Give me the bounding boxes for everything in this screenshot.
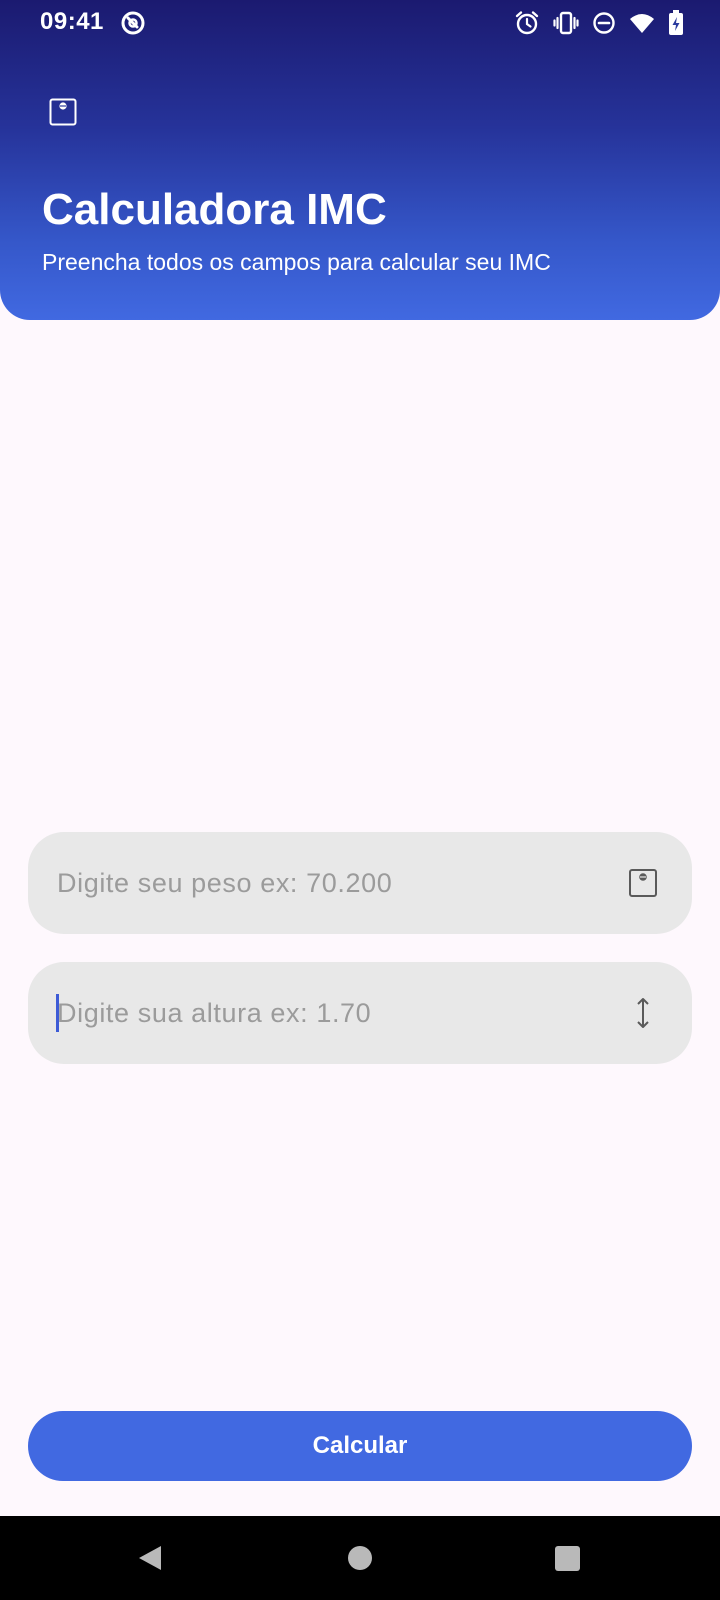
scale-icon bbox=[49, 98, 77, 126]
vibrate-icon bbox=[553, 10, 579, 36]
status-bar: 09:41 bbox=[0, 0, 720, 48]
back-icon[interactable] bbox=[136, 1544, 164, 1572]
weight-placeholder: Digite seu peso ex: 70.200 bbox=[57, 868, 393, 898]
do-not-disturb-icon bbox=[592, 11, 616, 35]
page-subtitle: Preencha todos os campos para calcular s… bbox=[42, 249, 551, 275]
app-notification-icon bbox=[120, 10, 146, 36]
recents-icon[interactable] bbox=[555, 1546, 580, 1571]
height-icon bbox=[628, 997, 658, 1029]
home-icon[interactable] bbox=[348, 1546, 372, 1570]
height-placeholder: Digite sua altura ex: 1.70 bbox=[57, 998, 372, 1028]
status-time: 09:41 bbox=[40, 8, 104, 35]
wifi-icon bbox=[629, 12, 655, 34]
navigation-bar bbox=[0, 1516, 720, 1600]
calculate-button[interactable]: Calcular bbox=[28, 1411, 692, 1481]
page-title: Calculadora IMC bbox=[42, 185, 387, 234]
weight-input[interactable]: Digite seu peso ex: 70.200 bbox=[28, 832, 692, 934]
height-input[interactable]: Digite sua altura ex: 1.70 bbox=[28, 962, 692, 1064]
header-banner: 09:41 Calculadora IMC Preencha todos os … bbox=[0, 0, 720, 320]
status-icons bbox=[514, 10, 684, 36]
battery-charging-icon bbox=[668, 10, 684, 36]
alarm-icon bbox=[514, 10, 540, 36]
scale-icon bbox=[628, 867, 658, 899]
